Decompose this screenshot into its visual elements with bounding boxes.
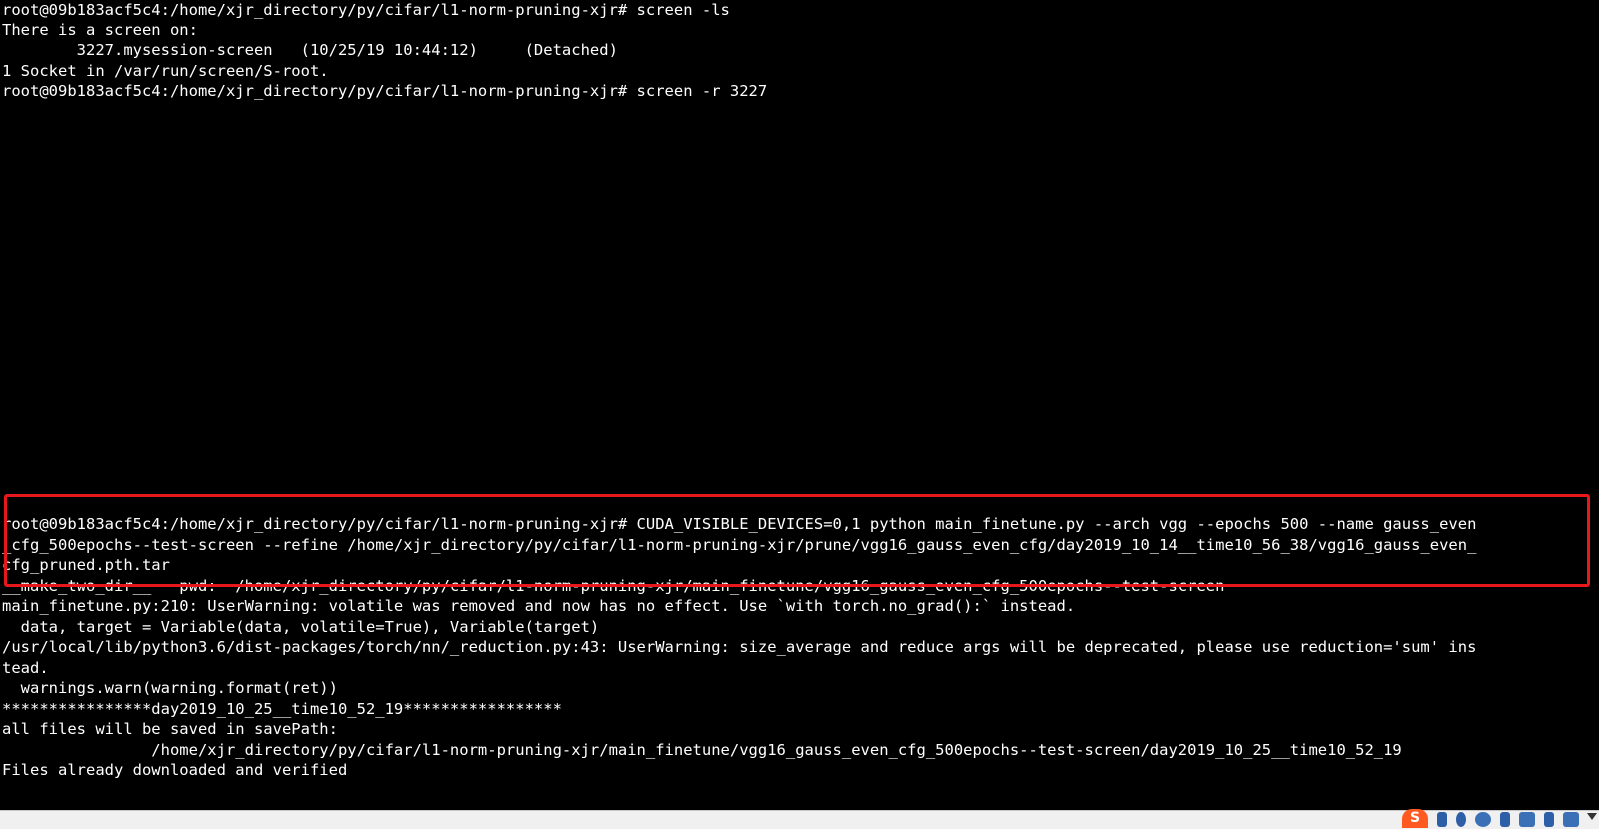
punctuation-icon[interactable] xyxy=(1456,812,1466,827)
terminal-line: all files will be saved in savePath: xyxy=(2,720,338,738)
emoji-icon[interactable] xyxy=(1475,812,1491,827)
toolbox-icon[interactable] xyxy=(1563,812,1579,827)
input-method-icon[interactable]: S xyxy=(1402,809,1428,828)
keyboard-icon[interactable] xyxy=(1519,812,1535,827)
terminal-line: Files already downloaded and verified xyxy=(2,761,348,779)
command-highlight-box xyxy=(4,494,1590,587)
terminal-line: 1 Socket in /var/run/screen/S-root. xyxy=(2,62,329,80)
terminal-line: main_finetune.py:210: UserWarning: volat… xyxy=(2,597,1076,615)
terminal-line: root@09b183acf5c4:/home/xjr_directory/py… xyxy=(2,82,768,100)
microphone-icon[interactable] xyxy=(1500,812,1510,827)
terminal-line: tead. xyxy=(2,659,49,677)
terminal-line: /home/xjr_directory/py/cifar/l1-norm-pru… xyxy=(2,741,1402,759)
terminal-window[interactable]: root@09b183acf5c4:/home/xjr_directory/py… xyxy=(0,0,1599,828)
scroll-down-icon[interactable] xyxy=(1587,813,1597,820)
taskbar-strip xyxy=(0,810,1599,829)
chinese-mode-icon[interactable] xyxy=(1437,812,1447,827)
skin-icon[interactable] xyxy=(1544,812,1554,827)
terminal-line: There is a screen on: xyxy=(2,21,198,39)
terminal-line: ****************day2019_10_25__time10_52… xyxy=(2,700,562,718)
terminal-line: root@09b183acf5c4:/home/xjr_directory/py… xyxy=(2,1,730,19)
terminal-line: data, target = Variable(data, volatile=T… xyxy=(2,618,600,636)
terminal-line: /usr/local/lib/python3.6/dist-packages/t… xyxy=(2,638,1477,656)
terminal-line: 3227.mysession-screen (10/25/19 10:44:12… xyxy=(2,41,618,59)
system-tray: S xyxy=(1402,809,1579,828)
terminal-line: warnings.warn(warning.format(ret)) xyxy=(2,679,338,697)
